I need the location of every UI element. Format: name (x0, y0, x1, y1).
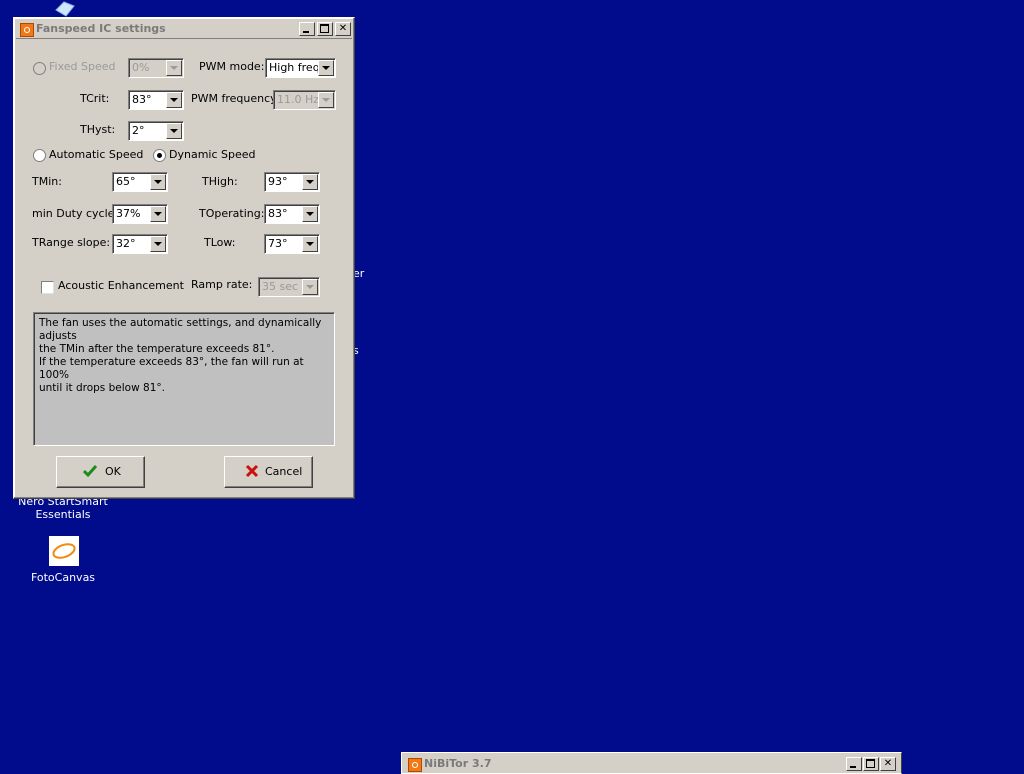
toperating-select[interactable]: 83° (264, 204, 320, 224)
thigh-label: THigh: (202, 175, 238, 188)
chevron-down-icon[interactable] (302, 279, 318, 295)
pwm-mode-label: PWM mode: (199, 60, 265, 73)
tmin-select[interactable]: 65° (112, 172, 168, 192)
ramp-rate-select[interactable]: 35 sec (258, 277, 320, 297)
trange-label: TRange slope: (32, 236, 111, 249)
pwm-frequency-value: 11.0 Hz (277, 93, 320, 106)
tmin-label: TMin: (32, 175, 62, 188)
close-icon: ✕ (338, 23, 348, 34)
pwm-mode-select[interactable]: High freq (265, 58, 336, 78)
description-box: The fan uses the automatic settings, and… (33, 312, 335, 446)
chevron-down-icon[interactable] (302, 174, 318, 190)
pwm-frequency-label: PWM frequency: (191, 92, 280, 105)
tlow-select[interactable]: 73° (264, 234, 320, 254)
chevron-down-icon[interactable] (302, 236, 318, 252)
nibitor-minimize-button[interactable] (846, 757, 862, 771)
ramp-rate-value: 35 sec (262, 280, 299, 293)
nibitor-title: NiBiTor 3.7 (424, 757, 492, 770)
dialog-title: Fanspeed IC settings (36, 22, 166, 35)
dynamic-speed-label[interactable]: Dynamic Speed (169, 148, 256, 162)
chevron-down-icon[interactable] (150, 206, 166, 222)
thigh-value: 93° (268, 175, 288, 188)
desktop-icon-top[interactable] (52, 0, 76, 18)
desktop-icon-fotocanvas-label[interactable]: FotoCanvas (20, 571, 106, 584)
fanspeed-dialog: Fanspeed IC settings ✕ Fixed Speed 0% PW… (13, 17, 355, 499)
chevron-down-icon[interactable] (166, 60, 182, 76)
ok-button[interactable]: OK (56, 456, 145, 488)
dynamic-speed-radio[interactable] (153, 149, 166, 162)
maximize-button[interactable] (317, 22, 333, 36)
ramp-rate-label: Ramp rate: (191, 278, 253, 291)
chevron-down-icon[interactable] (150, 174, 166, 190)
chevron-down-icon[interactable] (302, 206, 318, 222)
pwm-mode-value: High freq (269, 61, 320, 74)
toperating-label: TOperating: (199, 207, 265, 220)
checkmark-icon (83, 465, 97, 478)
automatic-speed-radio[interactable] (33, 149, 46, 162)
min-duty-label: min Duty cycle: (32, 207, 119, 220)
fixed-speed-label: Fixed Speed (49, 60, 116, 73)
maximize-icon (320, 24, 329, 33)
minimize-button[interactable] (299, 22, 315, 36)
min-duty-select[interactable]: 37% (112, 204, 168, 224)
min-duty-value: 37% (116, 207, 141, 220)
close-icon: ✕ (883, 758, 893, 769)
dialog-titlebar[interactable]: Fanspeed IC settings ✕ (16, 20, 352, 39)
cancel-x-icon (245, 464, 259, 478)
description-line-3: If the temperature exceeds 83°, the fan … (39, 356, 304, 381)
tmin-value: 65° (116, 175, 136, 188)
chevron-down-icon[interactable] (150, 236, 166, 252)
trange-value: 32° (116, 237, 136, 250)
acoustic-enhancement-label[interactable]: Acoustic Enhancement (58, 279, 184, 293)
thyst-select[interactable]: 2° (128, 121, 184, 141)
app-icon (20, 23, 34, 37)
minimize-icon (303, 31, 309, 33)
tcrit-label: TCrit: (80, 92, 110, 105)
ok-label: OK (105, 465, 121, 478)
maximize-icon (866, 759, 875, 768)
chevron-down-icon[interactable] (166, 92, 182, 108)
description-line-2: the TMin after the temperature exceeds 8… (39, 343, 275, 355)
cancel-button[interactable]: Cancel (224, 456, 313, 488)
fixed-speed-radio[interactable] (33, 62, 46, 75)
chevron-down-icon[interactable] (318, 60, 334, 76)
tcrit-value: 83° (132, 93, 152, 106)
thigh-select[interactable]: 93° (264, 172, 320, 192)
nibitor-maximize-button[interactable] (863, 757, 879, 771)
nibitor-window[interactable]: NiBiTor 3.7 ✕ (401, 752, 902, 774)
fixed-speed-select[interactable]: 0% (128, 58, 184, 78)
nibitor-app-icon (408, 758, 422, 772)
chevron-down-icon[interactable] (318, 92, 334, 108)
close-button[interactable]: ✕ (335, 22, 351, 36)
cancel-label: Cancel (265, 465, 303, 478)
pwm-frequency-select[interactable]: 11.0 Hz (273, 90, 336, 110)
toperating-value: 83° (268, 207, 288, 220)
automatic-speed-label[interactable]: Automatic Speed (49, 148, 143, 162)
fixed-speed-value: 0% (132, 61, 150, 74)
description-line-4: until it drops below 81°. (39, 382, 165, 394)
thyst-value: 2° (132, 124, 145, 137)
chevron-down-icon[interactable] (166, 123, 182, 139)
acoustic-enhancement-checkbox[interactable] (41, 281, 54, 294)
fotocanvas-icon[interactable] (49, 536, 79, 566)
trange-select[interactable]: 32° (112, 234, 168, 254)
nibitor-close-button[interactable]: ✕ (880, 757, 896, 771)
description-line-1: The fan uses the automatic settings, and… (39, 317, 322, 342)
tlow-label: TLow: (204, 236, 236, 249)
tcrit-select[interactable]: 83° (128, 90, 184, 110)
tlow-value: 73° (268, 237, 288, 250)
thyst-label: THyst: (80, 123, 116, 136)
